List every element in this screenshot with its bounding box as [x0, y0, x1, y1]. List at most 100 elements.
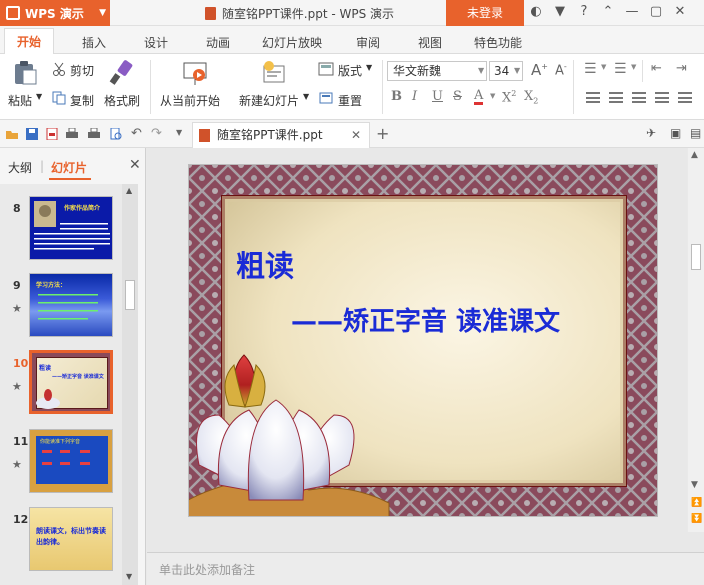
shirt-icon[interactable]: ▼ [552, 4, 568, 19]
slide-subtitle[interactable]: ——矫正字音 读准课文 [291, 301, 560, 338]
font-color-dropdown-icon[interactable]: ▼ [490, 92, 495, 100]
bullet-dropdown-icon[interactable]: ▼ [601, 63, 606, 71]
thumbnail-slide-12[interactable]: 朗读课文，标出节奏读出韵律。 [29, 507, 113, 571]
shrink-font-icon[interactable]: A- [555, 62, 567, 78]
font-dropdown-icon[interactable]: ▼ [478, 66, 484, 75]
bold-icon[interactable]: B [391, 89, 402, 104]
tab-features[interactable]: 特色功能 [474, 34, 522, 51]
close-icon[interactable]: ✕ [672, 4, 688, 19]
tab-insert[interactable]: 插入 [82, 34, 106, 51]
tab-slideshow[interactable]: 幻灯片放映 [262, 34, 322, 51]
tab-slides[interactable]: 幻灯片 [51, 159, 87, 176]
next-slide-icon[interactable]: ⏬ [691, 514, 702, 524]
thumbnail-slide-8[interactable]: 作家作品简介 [29, 196, 113, 260]
tab-design[interactable]: 设计 [144, 34, 168, 51]
thumbnail-slide-10[interactable]: 粗读 ——矫正字音 读准课文 [29, 350, 113, 414]
slideshow-icon[interactable]: ▣ [670, 126, 681, 140]
skin-icon[interactable]: ◐ [528, 4, 544, 19]
thumbnail-slide-9[interactable]: 学习方法： [29, 273, 113, 337]
maximize-icon[interactable]: ▢ [648, 4, 664, 19]
app-menu-button[interactable]: WPS 演示 ▼ [0, 0, 110, 26]
paste-icon[interactable] [12, 60, 38, 86]
font-name-select[interactable]: 华文新魏 [387, 61, 487, 81]
save-icon[interactable] [26, 128, 38, 140]
reset-button[interactable]: 重置 [338, 92, 362, 109]
preview-icon[interactable] [110, 128, 122, 140]
align-right-icon[interactable] [632, 92, 646, 103]
reset-icon[interactable] [318, 91, 334, 105]
export-pdf-icon[interactable] [46, 128, 58, 140]
new-slide-icon[interactable] [261, 60, 287, 86]
numbered-dropdown-icon[interactable]: ▼ [631, 63, 636, 71]
previous-slide-icon[interactable]: ⏫ [691, 498, 702, 508]
scroll-thumb[interactable] [125, 280, 135, 310]
copy-icon[interactable] [52, 91, 66, 105]
cut-icon[interactable] [52, 62, 66, 76]
new-tab-icon[interactable]: + [376, 124, 389, 143]
slide-scrollbar[interactable]: ▲ ▼ ⏫ ⏬ [688, 148, 704, 532]
pin-icon[interactable]: ✈ [646, 126, 656, 140]
tab-outline[interactable]: 大纲 [8, 159, 32, 176]
justify-icon[interactable] [655, 92, 669, 103]
font-color-icon[interactable]: A [474, 89, 484, 105]
customize-dropdown-icon[interactable]: ▼ [176, 128, 182, 137]
strikethrough-icon[interactable]: S [453, 89, 462, 104]
format-painter-icon[interactable] [108, 60, 134, 86]
bullet-list-icon[interactable]: ☰ [584, 61, 597, 77]
notes-pane[interactable]: 单击此处添加备注 [147, 552, 704, 585]
tab-animation[interactable]: 动画 [206, 34, 230, 51]
close-pane-icon[interactable]: ✕ [129, 157, 141, 173]
scroll-thumb[interactable] [691, 244, 701, 270]
animation-star-icon: ★ [12, 458, 22, 471]
thumbnail-slide-11[interactable]: 你能读准下列字音 [29, 429, 113, 493]
new-slide-button[interactable]: 新建幻灯片 [239, 92, 299, 109]
align-left-icon[interactable] [586, 92, 600, 103]
grow-font-icon[interactable]: A+ [531, 61, 548, 79]
paste-dropdown-icon[interactable]: ▼ [36, 92, 42, 101]
document-tab[interactable]: 随室铭PPT课件.ppt ✕ [192, 122, 370, 148]
undo-icon[interactable]: ↶ [131, 126, 142, 141]
open-folder-icon[interactable] [6, 128, 18, 140]
minimize-icon[interactable]: — [624, 4, 640, 19]
decrease-indent-icon[interactable]: ⇤ [651, 61, 662, 76]
window-icon[interactable]: ▤ [690, 126, 701, 140]
current-slide[interactable]: 粗读 ——矫正字音 读准课文 [188, 164, 658, 517]
layout-dropdown-icon[interactable]: ▼ [366, 63, 372, 72]
layout-button[interactable]: 版式 [338, 62, 362, 79]
ribbon-toggle-icon[interactable]: ⌃ [600, 4, 616, 19]
size-dropdown-icon[interactable]: ▼ [514, 66, 520, 75]
superscript-icon[interactable]: X2 [502, 89, 516, 105]
play-from-current-button[interactable]: 从当前开始 [160, 92, 220, 109]
slide-number: 9 [13, 279, 21, 292]
increase-indent-icon[interactable]: ⇥ [676, 61, 687, 76]
format-painter-button[interactable]: 格式刷 [104, 92, 140, 109]
numbered-list-icon[interactable]: ☰ [614, 61, 627, 77]
paste-button[interactable]: 粘贴 [8, 92, 32, 109]
scroll-down-icon[interactable]: ▼ [126, 572, 132, 581]
align-center-icon[interactable] [609, 92, 623, 103]
notes-splitter[interactable] [147, 532, 704, 552]
cut-button[interactable]: 剪切 [70, 62, 94, 79]
italic-icon[interactable]: I [412, 89, 417, 104]
copy-button[interactable]: 复制 [70, 92, 94, 109]
play-from-current-icon[interactable] [182, 60, 208, 86]
scroll-up-icon[interactable]: ▲ [126, 186, 132, 195]
scroll-down-icon[interactable]: ▼ [691, 480, 698, 490]
thumbnail-scrollbar[interactable]: ▲ ▼ [122, 184, 138, 585]
print-icon[interactable] [66, 128, 78, 140]
underline-icon[interactable]: U [432, 89, 443, 104]
close-tab-icon[interactable]: ✕ [351, 123, 361, 147]
layout-icon[interactable] [318, 62, 334, 76]
slide-title[interactable]: 粗读 [236, 243, 294, 285]
help-icon[interactable]: ? [576, 4, 592, 19]
tab-view[interactable]: 视图 [418, 34, 442, 51]
redo-icon[interactable]: ↷ [151, 126, 162, 141]
subscript-icon[interactable]: X2 [524, 89, 538, 106]
tab-review[interactable]: 审阅 [356, 34, 380, 51]
tab-home[interactable]: 开始 [4, 28, 55, 55]
login-button[interactable]: 未登录 [446, 0, 524, 26]
print-preview-icon[interactable] [88, 128, 100, 140]
distribute-icon[interactable] [678, 92, 692, 103]
scroll-up-icon[interactable]: ▲ [691, 150, 698, 160]
new-slide-dropdown-icon[interactable]: ▼ [303, 92, 309, 101]
